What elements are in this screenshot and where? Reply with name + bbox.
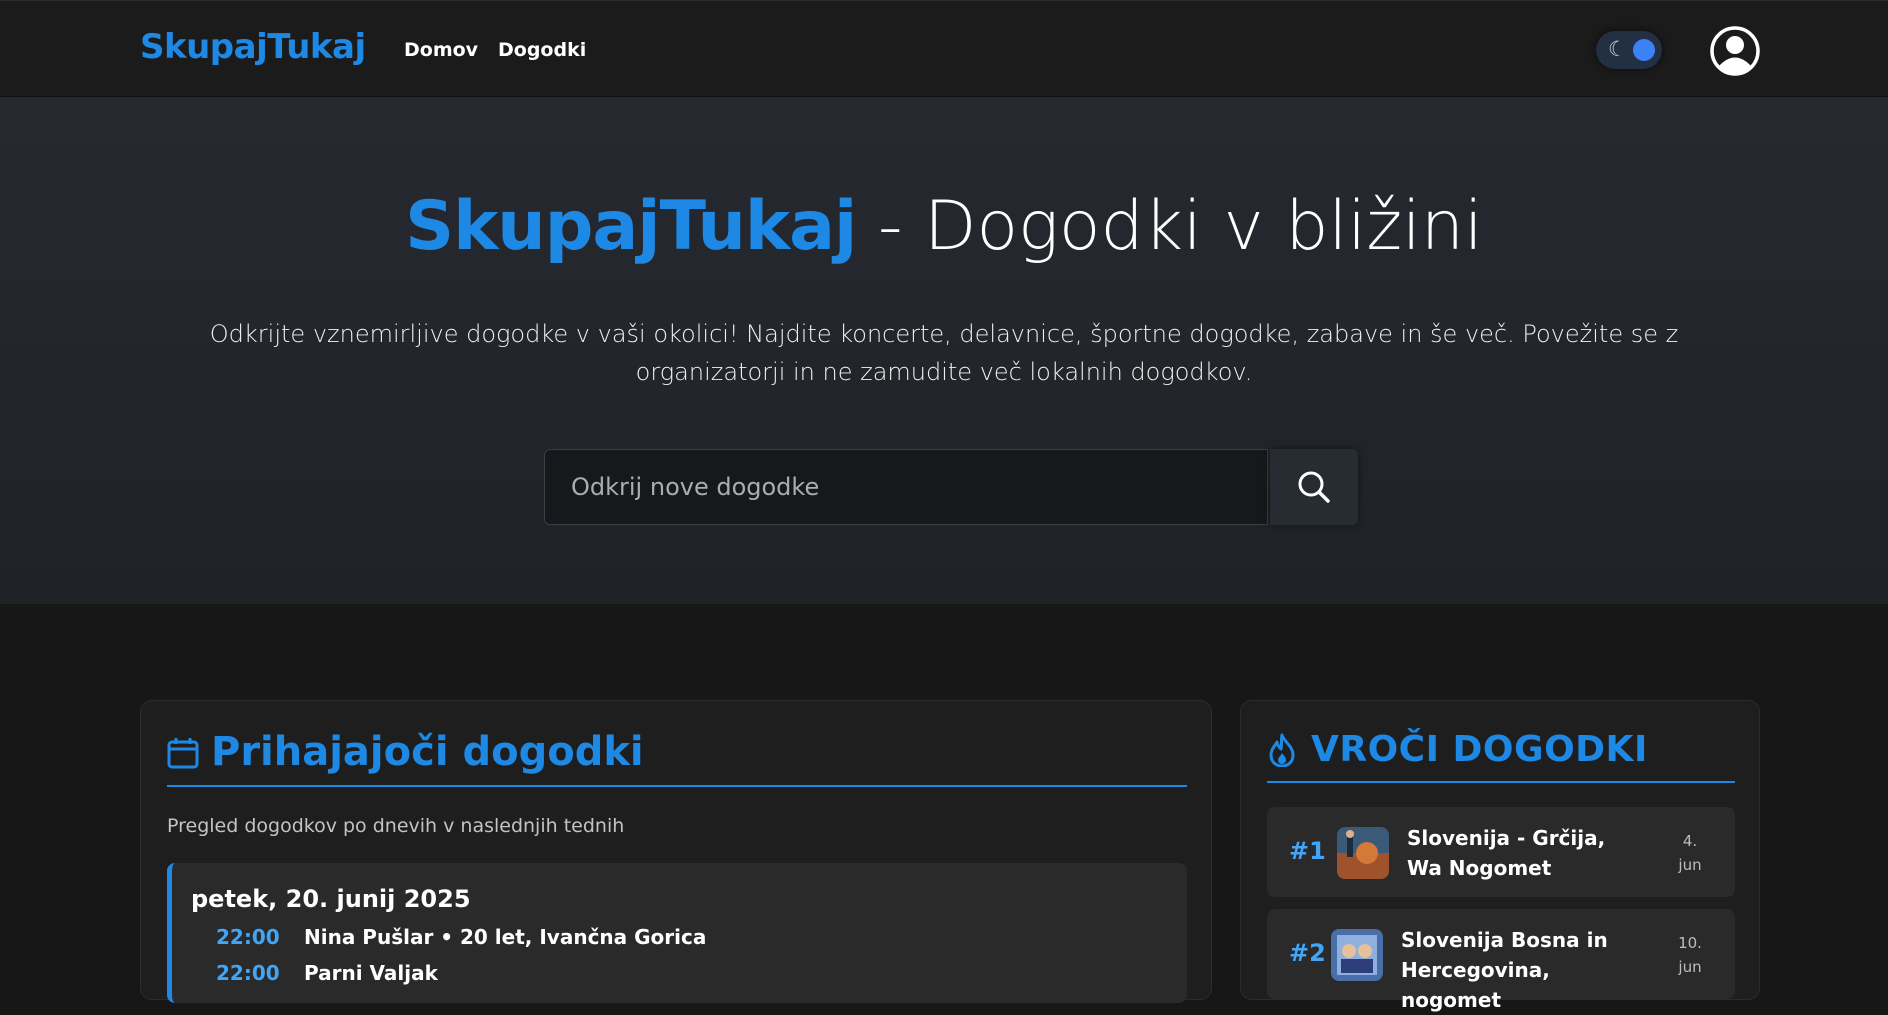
- event-row[interactable]: 22:00 Nina Pušlar • 20 let, Ivančna Goric…: [216, 925, 706, 949]
- hot-event-date: 10. jun: [1673, 931, 1707, 979]
- day-block: petek, 20. junij 2025 22:00 Nina Pušlar •…: [167, 863, 1187, 1003]
- moon-icon: ☾: [1608, 37, 1627, 61]
- hot-event-item[interactable]: #1 Slovenija - Grčija, Wa Nogomet 4. jun: [1267, 807, 1735, 897]
- theme-toggle[interactable]: ☾: [1596, 31, 1662, 69]
- upcoming-events-header: Prihajajoči dogodki: [167, 725, 1187, 787]
- upcoming-events-title: Prihajajoči dogodki: [211, 729, 644, 775]
- event-time: 22:00: [216, 925, 280, 949]
- hero-section: SkupajTukaj - Dogodki v bližini Odkrijte…: [0, 97, 1888, 604]
- flame-icon: [1269, 733, 1295, 767]
- hot-event-date: 4. jun: [1673, 829, 1707, 877]
- navbar: SkupajTukaj Domov Dogodki ☾: [0, 0, 1888, 97]
- toggle-knob: [1633, 39, 1655, 61]
- event-name: Parni Valjak: [304, 961, 438, 985]
- hot-events-header: VROČI DOGODKI: [1267, 725, 1735, 783]
- hot-events-card: VROČI DOGODKI #1 Slovenija - Grčija, Wa …: [1240, 700, 1760, 1012]
- event-thumbnail: [1331, 929, 1383, 981]
- event-time: 22:00: [216, 961, 280, 985]
- hot-event-month: jun: [1678, 958, 1702, 976]
- search-input[interactable]: [544, 449, 1268, 525]
- hot-event-day: 10.: [1678, 934, 1702, 952]
- hero-description: Odkrijte vznemirljive dogodke v vaši oko…: [209, 320, 1679, 386]
- hot-event-day: 4.: [1682, 832, 1698, 850]
- hero-title-rest: - Dogodki v bližini: [856, 187, 1483, 266]
- search-icon: [1298, 471, 1330, 503]
- hot-event-rank: #2: [1289, 939, 1326, 967]
- hot-event-rank: #1: [1289, 837, 1326, 865]
- search-button[interactable]: [1270, 449, 1358, 525]
- hot-event-month: jun: [1678, 856, 1702, 874]
- event-row[interactable]: 22:00 Parni Valjak: [216, 961, 438, 985]
- nav-link-dogodki[interactable]: Dogodki: [498, 39, 586, 61]
- search-bar: [544, 449, 1358, 525]
- hot-event-name: Slovenija Bosna in Hercegovina, nogomet: [1401, 928, 1608, 1012]
- nav-link-domov[interactable]: Domov: [404, 39, 478, 61]
- hot-event-name: Slovenija - Grčija, Wa Nogomet: [1407, 826, 1606, 880]
- hot-event-item[interactable]: #2 Slovenija Bosna in Hercegovina, nogom…: [1267, 909, 1735, 1012]
- user-circle-icon[interactable]: [1709, 25, 1761, 77]
- brand-logo[interactable]: SkupajTukaj: [140, 27, 366, 67]
- event-name: Nina Pušlar • 20 let, Ivančna Gorica: [304, 925, 707, 949]
- event-thumbnail: [1337, 827, 1389, 879]
- day-date: petek, 20. junij 2025: [191, 885, 471, 913]
- calendar-icon: [167, 738, 199, 769]
- upcoming-events-subtitle: Pregled dogodkov po dnevih v naslednjih …: [167, 815, 625, 837]
- hot-events-title: VROČI DOGODKI: [1311, 729, 1648, 770]
- hero-title: SkupajTukaj - Dogodki v bližini: [0, 187, 1888, 266]
- hero-title-brand: SkupajTukaj: [405, 187, 857, 266]
- upcoming-events-card: Prihajajoči dogodki Pregled dogodkov po …: [140, 700, 1212, 1003]
